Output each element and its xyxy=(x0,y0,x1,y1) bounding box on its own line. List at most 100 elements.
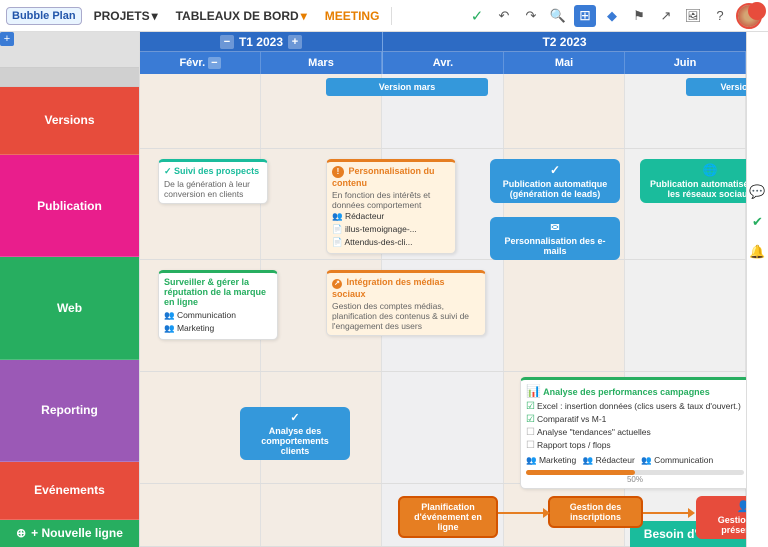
bubble-label: Publication automatique (génération de l… xyxy=(496,179,614,199)
card-title: Surveiller & gérer la réputation de la m… xyxy=(164,277,272,307)
arrow-connector-2 xyxy=(643,512,693,514)
arrow-head xyxy=(543,508,550,518)
month-mai: Mai xyxy=(504,52,625,74)
web-row: Surveiller & gérer la réputation de la m… xyxy=(140,260,746,372)
month-avr: Avr. xyxy=(383,52,504,74)
sidebar: + Versions Publication Web Reporting Evé… xyxy=(0,32,140,547)
main-area: + Versions Publication Web Reporting Evé… xyxy=(0,32,768,547)
month-juin: Juin xyxy=(625,52,746,74)
card-item-checked: ☑ Excel : insertion données (clics users… xyxy=(526,400,744,413)
help-icon[interactable]: ? xyxy=(709,5,731,27)
card-item: 📄 Attendus-des-cli... xyxy=(332,236,450,249)
versions-row: Version mars Version juin xyxy=(140,74,746,149)
quarter-t2: T2 2023 xyxy=(383,32,746,52)
quarter-t1: − T1 2023 + xyxy=(140,32,382,52)
card-sub: En fonction des intérêts et données comp… xyxy=(332,190,450,210)
progress-label: 50% xyxy=(526,475,744,484)
sidebar-row-web: Web xyxy=(0,257,139,359)
month-mars: Mars xyxy=(261,52,382,74)
sidebar-col-header xyxy=(0,68,139,87)
fevr-minus-button[interactable]: − xyxy=(208,57,220,69)
share-icon[interactable]: ↗ xyxy=(655,5,677,27)
card-sub: De la génération à leur conversion en cl… xyxy=(164,179,262,199)
bubble-label: Publication automatisée sur les réseaux … xyxy=(646,179,746,199)
gestion-inscriptions-bubble[interactable]: Gestion des inscriptions xyxy=(548,496,643,528)
surveiller-marque-card[interactable]: Surveiller & gérer la réputation de la m… xyxy=(158,270,278,340)
q1-minus-button[interactable]: − xyxy=(220,35,234,49)
sidebar-row-evenements: Evénements xyxy=(0,462,139,520)
chat-icon[interactable]: 💬 xyxy=(748,182,768,202)
card-item: 👥 Marketing xyxy=(164,322,272,335)
q2-months: Avr. Mai Juin xyxy=(383,52,746,74)
month-headers: − T1 2023 + Févr. − Mars xyxy=(140,32,746,74)
content-rows: Version mars Version juin ✓ Suivi des pr… xyxy=(140,74,746,547)
check-sidebar-icon[interactable]: ✔ xyxy=(748,212,768,232)
notification-icon[interactable]: 🔔 xyxy=(748,242,768,262)
suivi-prospects-card[interactable]: ✓ Suivi des prospects De la génération à… xyxy=(158,159,268,204)
flag-icon[interactable]: ⚑ xyxy=(628,5,650,27)
arrow-connector xyxy=(498,512,548,514)
plus-icon: ⊕ xyxy=(16,526,26,540)
sidebar-row-reporting: Reporting xyxy=(0,360,139,462)
bubble-label: Analyse des comportements clients xyxy=(246,426,344,456)
right-sidebar: 💬 ✔ 🔔 xyxy=(746,32,768,547)
card-item-unchecked: ☐ Rapport tops / flops xyxy=(526,439,744,452)
publication-automatique-bubble[interactable]: ✓ Publication automatique (génération de… xyxy=(490,159,620,203)
bubble-label: Planification d'événement en ligne xyxy=(406,502,490,532)
chevron-down-icon: ▾ xyxy=(152,9,158,23)
redo-icon[interactable]: ↷ xyxy=(520,5,542,27)
card-item: 👥 Rédacteur xyxy=(332,210,450,223)
sidebar-row-versions: Versions xyxy=(0,87,139,155)
nav-tableaux[interactable]: TABLEAUX DE BORD ▾ xyxy=(170,7,313,25)
card-item: 👥 Communication xyxy=(164,309,272,322)
personnalisation-contenu-card[interactable]: ! Personnalisation du contenu En fonctio… xyxy=(326,159,456,254)
top-nav: Bubble Plan PROJETS ▾ TABLEAUX DE BORD ▾… xyxy=(0,0,768,32)
personnalisation-emails-bubble[interactable]: ✉ Personnalisation des e-mails xyxy=(490,217,620,260)
card-title: 📊 Analyse des performances campagnes xyxy=(526,384,744,398)
app-container: Bubble Plan PROJETS ▾ TABLEAUX DE BORD ▾… xyxy=(0,0,768,547)
card-title: ! Personnalisation du contenu xyxy=(332,166,450,188)
card-title: ✓ Suivi des prospects xyxy=(164,166,262,177)
publication-row: ✓ Suivi des prospects De la génération à… xyxy=(140,149,746,261)
logo[interactable]: Bubble Plan xyxy=(6,7,82,25)
version-mars-bar: Version mars xyxy=(326,78,488,96)
analyse-performances-card[interactable]: 📊 Analyse des performances campagnes ☑ E… xyxy=(520,377,746,489)
integration-medias-card[interactable]: ↗ Intégration des médias sociaux Gestion… xyxy=(326,270,486,336)
bubble-label: Gestion des inscriptions xyxy=(556,502,635,522)
reporting-row: ✓ Analyse des comportements clients 📊 An… xyxy=(140,372,746,484)
new-line-button[interactable]: ⊕ + Nouvelle ligne xyxy=(0,520,139,547)
undo-icon[interactable]: ↶ xyxy=(493,5,515,27)
nav-projets[interactable]: PROJETS ▾ xyxy=(88,7,164,25)
sidebar-row-publication: Publication xyxy=(0,155,139,257)
gestion-presences-bubble[interactable]: 👤 Gestion des présences xyxy=(696,496,746,539)
diamond-icon[interactable]: ◆ xyxy=(601,5,623,27)
check-icon[interactable]: ✓ xyxy=(466,5,488,27)
version-juin-bar: Version juin xyxy=(686,78,746,96)
q1-plus-button[interactable]: + xyxy=(288,35,302,49)
agents-row: 👥 Marketing 👥 Rédacteur 👥 Communication xyxy=(526,454,744,467)
logo-area: Bubble Plan xyxy=(6,7,82,25)
nav-icons: ✓ ↶ ↷ 🔍 ⊞ ◆ ⚑ ↗ 🖼 ? xyxy=(466,3,762,29)
bubble-label: Gestion des présences xyxy=(702,515,746,535)
q1-months: Févr. − Mars xyxy=(140,52,382,74)
nav-meeting[interactable]: MEETING xyxy=(319,7,386,25)
publication-automatisee-bubble[interactable]: 🌐 Publication automatisée sur les réseau… xyxy=(640,159,746,203)
month-fevr: Févr. − xyxy=(140,52,261,74)
chevron-down-icon: ▾ xyxy=(301,9,307,23)
sidebar-header: + xyxy=(0,32,139,68)
search-icon[interactable]: 🔍 xyxy=(547,5,569,27)
card-item-unchecked: ☐ Analyse "tendances" actuelles xyxy=(526,426,744,439)
card-item: 📄 illus-temoignage-... xyxy=(332,223,450,236)
planification-evenement-bubble[interactable]: Planification d'événement en ligne xyxy=(398,496,498,538)
separator xyxy=(391,7,392,25)
bubble-label: Personnalisation des e-mails xyxy=(496,236,614,256)
image-icon[interactable]: 🖼 xyxy=(682,5,704,27)
card-title: ↗ Intégration des médias sociaux xyxy=(332,277,480,299)
arrow-head-2 xyxy=(688,508,695,518)
grid-area: − T1 2023 + Févr. − Mars xyxy=(140,32,746,547)
grid-icon[interactable]: ⊞ xyxy=(574,5,596,27)
card-item-checked: ☑ Comparatif vs M-1 xyxy=(526,413,744,426)
card-sub: Gestion des comptes médias, planificatio… xyxy=(332,301,480,331)
analyse-comportements-bubble[interactable]: ✓ Analyse des comportements clients xyxy=(240,407,350,460)
add-column-button[interactable]: + xyxy=(0,32,14,46)
